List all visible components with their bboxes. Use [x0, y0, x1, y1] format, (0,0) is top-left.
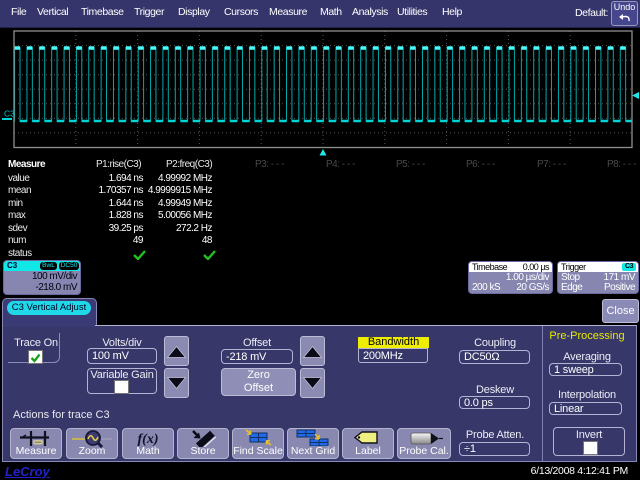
svg-text:C3: C3 — [4, 109, 15, 119]
svg-text:f(x): f(x) — [138, 432, 159, 446]
